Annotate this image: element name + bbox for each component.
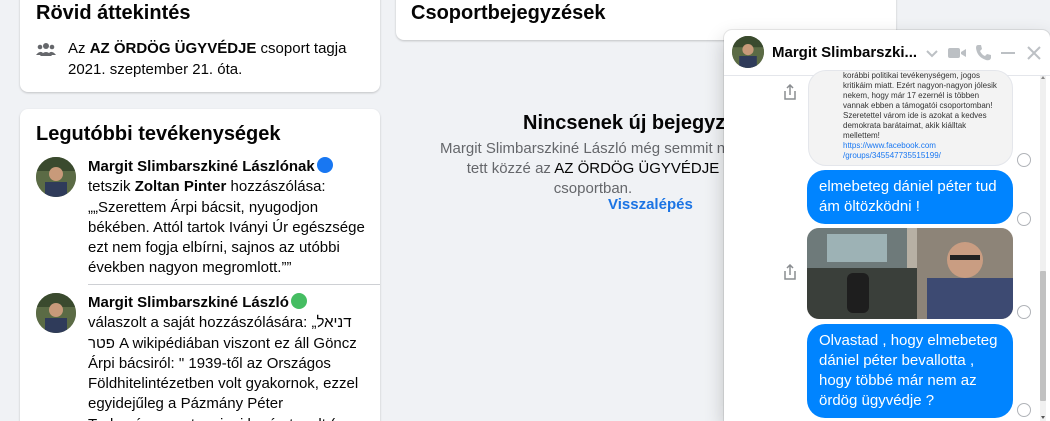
phone-icon[interactable] bbox=[973, 43, 993, 63]
chat-window: Margit Slimbarszki... korábbi politikai … bbox=[724, 30, 1050, 421]
shared-post-text: korábbi politikai tevékenységem, jogos k… bbox=[843, 71, 997, 160]
group-posts-title: Csoportbejegyzések bbox=[411, 2, 606, 24]
avatar[interactable] bbox=[36, 293, 76, 333]
shared-post-preview[interactable]: korábbi politikai tevékenységem, jogos k… bbox=[808, 70, 1013, 166]
recent-activity-title: Legutóbbi tevékenységek bbox=[36, 123, 281, 145]
chat-scrollbar[interactable] bbox=[1037, 76, 1047, 421]
comment-badge-icon bbox=[290, 293, 307, 309]
seen-icon bbox=[1017, 305, 1031, 319]
recent-activity-card: Legutóbbi tevékenységek Margit Slimbarsz… bbox=[20, 109, 380, 421]
chevron-down-icon[interactable] bbox=[922, 43, 942, 63]
seen-icon bbox=[1017, 212, 1031, 226]
seen-icon bbox=[1017, 153, 1031, 167]
divider bbox=[88, 284, 380, 285]
activity-text: Margit Slimbarszkiné László válaszolt a … bbox=[88, 293, 359, 421]
empty-state-description: Margit Slimbarszkiné László még semmit n… bbox=[440, 140, 746, 197]
close-icon[interactable] bbox=[1024, 43, 1044, 63]
minimize-icon[interactable] bbox=[998, 43, 1018, 63]
avatar[interactable] bbox=[36, 157, 76, 197]
people-icon bbox=[36, 43, 56, 56]
share-icon[interactable] bbox=[783, 264, 797, 280]
actor-name[interactable]: Margit Slimbarszkiné László bbox=[88, 294, 289, 311]
share-icon[interactable] bbox=[783, 84, 797, 100]
like-badge-icon bbox=[316, 157, 333, 173]
overview-title: Rövid áttekintés bbox=[36, 2, 191, 24]
commenter-name[interactable]: Zoltan Pinter bbox=[135, 178, 227, 195]
message-bubble[interactable]: elmebeteg dániel péter tud ám öltözködni… bbox=[807, 170, 1013, 224]
membership-text: Az AZ ÖRDÖG ÜGYVÉDJE csoport tagja 2021.… bbox=[68, 40, 347, 78]
overview-card: Rövid áttekintés Az AZ ÖRDÖG ÜGYVÉDJE cs… bbox=[20, 0, 380, 92]
message-bubble[interactable]: Olvastad , hogy elmebeteg dániel péter b… bbox=[807, 324, 1013, 418]
seen-icon bbox=[1017, 403, 1031, 417]
back-link[interactable]: Visszalépés bbox=[608, 196, 693, 213]
shared-photo[interactable] bbox=[807, 228, 1013, 319]
video-call-icon[interactable] bbox=[947, 43, 967, 63]
actor-name[interactable]: Margit Slimbarszkiné Lászlónak bbox=[88, 158, 315, 175]
group-name-link[interactable]: AZ ÖRDÖG ÜGYVÉDJE bbox=[90, 40, 257, 57]
chat-avatar[interactable] bbox=[732, 36, 764, 68]
chat-contact-name[interactable]: Margit Slimbarszki... bbox=[772, 44, 920, 61]
activity-text: Margit Slimbarszkiné Lászlónak tetszik Z… bbox=[88, 157, 365, 277]
